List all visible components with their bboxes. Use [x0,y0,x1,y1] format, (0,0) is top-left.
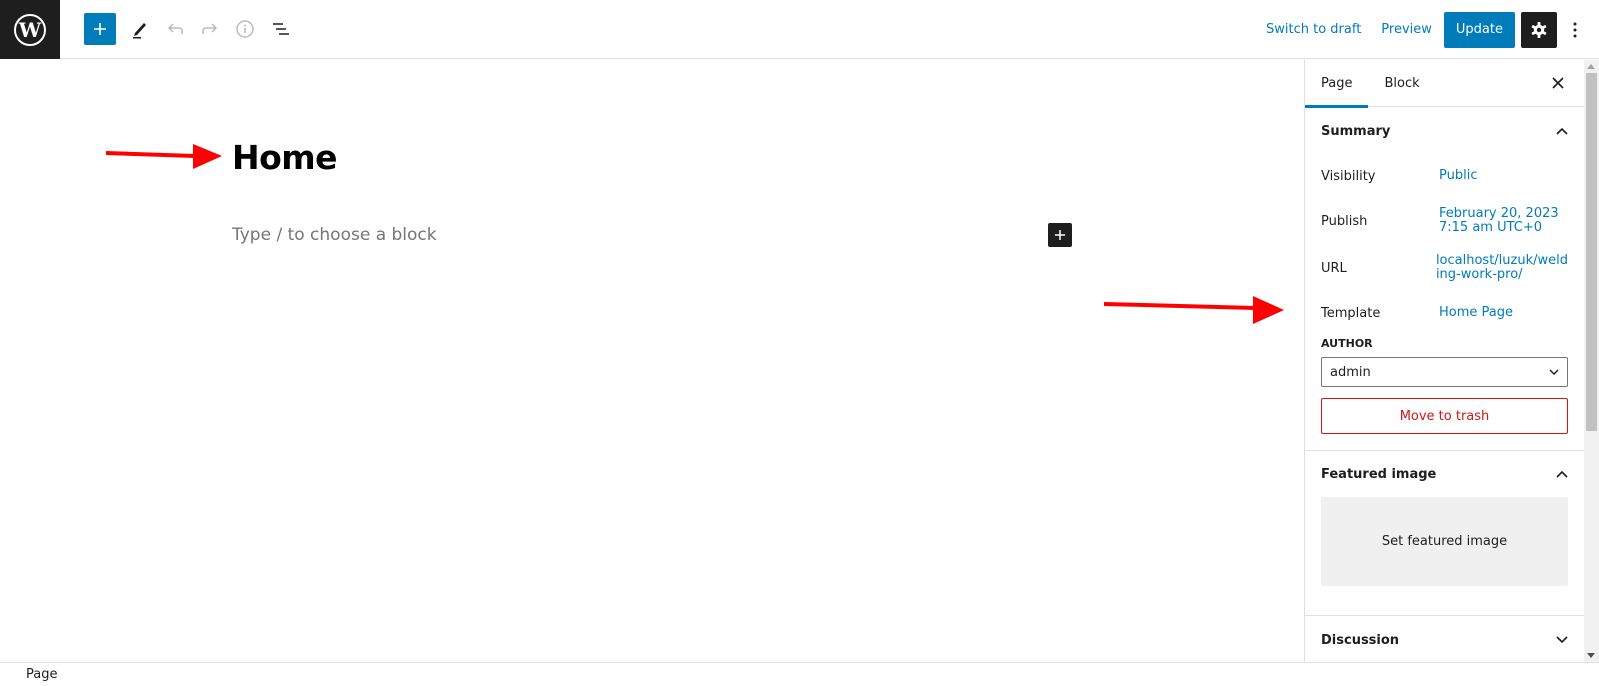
sidebar-scrollbar[interactable] [1584,60,1599,662]
chevron-up-icon [1556,470,1568,478]
list-view-icon [273,23,289,35]
summary-heading: Summary [1321,123,1391,139]
chevron-down-icon [1549,369,1559,375]
url-label: URL [1321,260,1347,276]
summary-panel: Summary Visibility Public Publish Februa… [1305,107,1584,451]
svg-text:W: W [18,18,42,42]
featured-image-panel: Featured image Set featured image [1305,451,1584,616]
template-label: Template [1321,305,1381,321]
author-label: AUTHOR [1321,337,1373,350]
inline-add-block-button[interactable] [1048,223,1072,247]
publish-label: Publish [1321,213,1368,229]
url-line2: ing-work-pro/ [1435,267,1523,282]
move-to-trash-button[interactable]: Move to trash [1321,398,1568,434]
url-value[interactable]: localhost/luzuk/weld ing-work-pro/ [1436,254,1568,282]
list-view-button[interactable] [264,12,298,46]
close-icon [1552,77,1564,89]
set-featured-image-button[interactable]: Set featured image [1321,497,1568,586]
publish-date: February 20, 2023 [1439,206,1559,221]
chevron-up-icon [1556,127,1568,135]
template-value[interactable]: Home Page [1439,306,1513,320]
discussion-panel-toggle[interactable]: Discussion [1321,616,1568,662]
page-title[interactable]: Home [232,138,338,177]
publish-row: Publish February 20, 2023 7:15 am UTC+0 [1321,197,1568,245]
visibility-label: Visibility [1321,168,1376,184]
wordpress-logo[interactable]: W [0,0,60,59]
preview-button[interactable]: Preview [1371,22,1442,37]
scroll-up-arrow[interactable] [1587,64,1595,69]
details-button[interactable] [228,12,262,46]
switch-to-draft-button[interactable]: Switch to draft [1256,22,1371,37]
discussion-heading: Discussion [1321,632,1400,648]
block-breadcrumb-bar: Page [0,662,1599,686]
scroll-down-arrow[interactable] [1587,653,1595,658]
scrollbar-thumb[interactable] [1586,73,1597,431]
plus-icon [94,23,106,35]
wordpress-icon: W [14,13,46,46]
visibility-value[interactable]: Public [1439,169,1477,183]
author-value: admin [1330,364,1371,380]
options-button[interactable] [1557,12,1593,48]
url-line1: localhost/luzuk/weld [1435,253,1568,268]
undo-icon [167,23,183,34]
tab-block[interactable]: Block [1368,60,1435,107]
url-row: URL localhost/luzuk/weld ing-work-pro/ [1321,245,1568,291]
plus-icon [1055,230,1065,240]
featured-image-panel-toggle[interactable]: Featured image [1321,451,1568,497]
redo-icon [202,23,218,34]
undo-button[interactable] [158,12,192,46]
template-row: Template Home Page [1321,291,1568,335]
settings-sidebar: Page Block Summary Visibility Public Pub… [1304,60,1584,662]
featured-image-heading: Featured image [1321,466,1437,482]
visibility-row: Visibility Public [1321,155,1568,197]
update-button[interactable]: Update [1443,11,1515,48]
publish-date-value[interactable]: February 20, 2023 7:15 am UTC+0 [1439,207,1559,235]
editor-canvas[interactable]: Home Type / to choose a block [0,60,1304,662]
editor-header: W Switch to draft Preview Update [0,0,1599,59]
sidebar-tabs: Page Block [1305,60,1584,108]
pencil-icon [133,23,146,39]
publish-time: 7:15 am UTC+0 [1439,220,1543,235]
more-vertical-icon [1573,22,1577,37]
add-block-button[interactable] [84,13,116,45]
breadcrumb-page[interactable]: Page [26,667,57,682]
gear-icon [1531,21,1547,38]
block-placeholder[interactable]: Type / to choose a block [232,225,437,245]
tools-button[interactable] [123,12,157,46]
info-icon [236,20,254,38]
author-select[interactable]: admin [1321,357,1568,387]
settings-button[interactable] [1521,11,1557,48]
summary-panel-toggle[interactable]: Summary [1321,107,1568,155]
close-sidebar-button[interactable] [1542,67,1574,99]
tab-page[interactable]: Page [1305,60,1369,108]
chevron-down-icon [1556,636,1568,644]
redo-button[interactable] [193,12,227,46]
discussion-panel: Discussion [1305,616,1584,662]
